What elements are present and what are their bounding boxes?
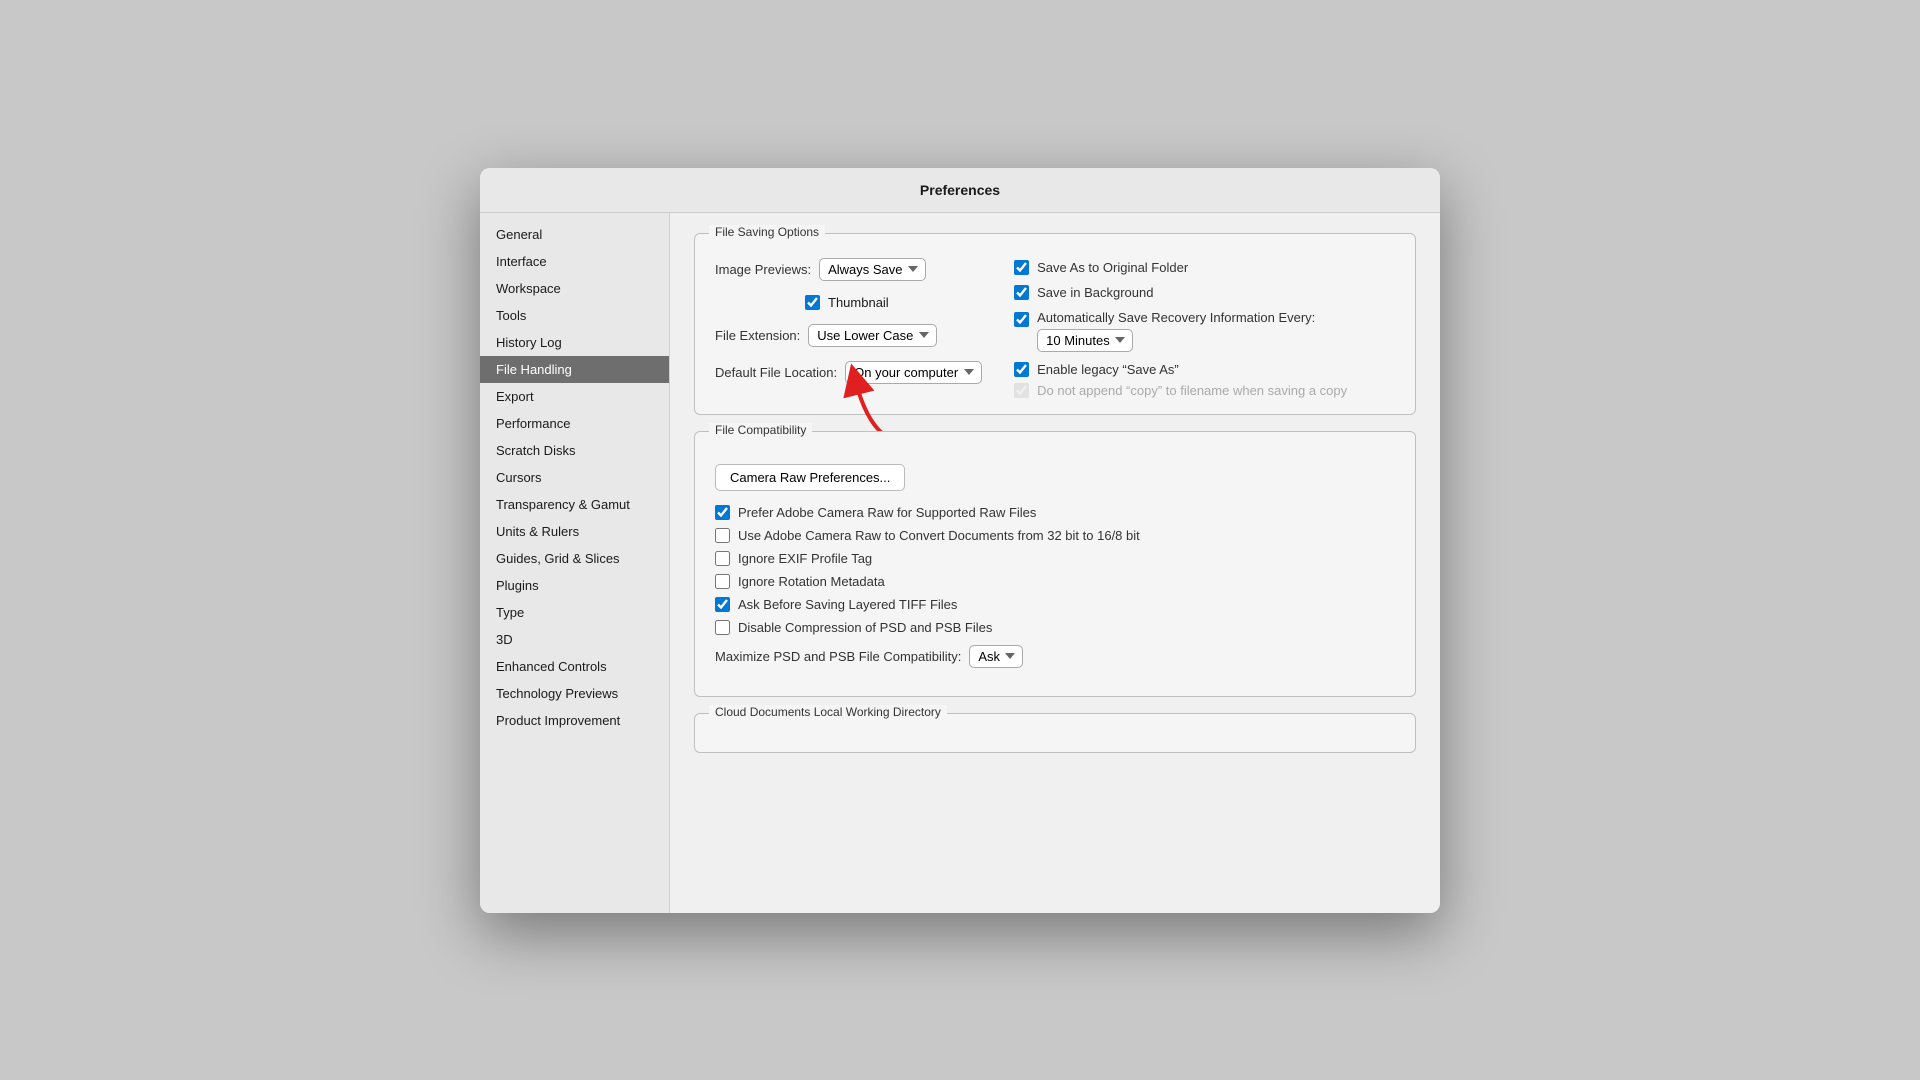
sidebar-item-history-log[interactable]: History Log <box>480 329 669 356</box>
preferences-window: Preferences GeneralInterfaceWorkspaceToo… <box>480 168 1440 913</box>
default-file-location-select[interactable]: On your computer <box>845 361 982 384</box>
sidebar-item-interface[interactable]: Interface <box>480 248 669 275</box>
sidebar-item-enhanced-controls[interactable]: Enhanced Controls <box>480 653 669 680</box>
sidebar-item-plugins[interactable]: Plugins <box>480 572 669 599</box>
thumbnail-label: Thumbnail <box>828 295 889 310</box>
compat-checkbox-5[interactable] <box>715 620 730 635</box>
save-as-original-checkbox[interactable] <box>1014 260 1029 275</box>
titlebar: Preferences <box>480 168 1440 213</box>
compat-checkbox-1[interactable] <box>715 528 730 543</box>
file-extension-select[interactable]: Use Lower Case <box>808 324 937 347</box>
enable-legacy-checkbox[interactable] <box>1014 362 1029 377</box>
compat-item: Disable Compression of PSD and PSB Files <box>715 620 1395 635</box>
cloud-documents-title: Cloud Documents Local Working Directory <box>709 705 947 719</box>
main-content: File Saving Options Image Previews: Alwa… <box>670 213 1440 913</box>
file-extension-label: File Extension: <box>715 328 800 343</box>
maximize-select[interactable]: Ask <box>969 645 1023 668</box>
sidebar-item-file-handling[interactable]: File Handling <box>480 356 669 383</box>
sidebar-item-guides-grid--slices[interactable]: Guides, Grid & Slices <box>480 545 669 572</box>
sidebar-item-scratch-disks[interactable]: Scratch Disks <box>480 437 669 464</box>
sidebar-item-export[interactable]: Export <box>480 383 669 410</box>
camera-raw-button[interactable]: Camera Raw Preferences... <box>715 464 905 491</box>
compat-item: Ignore EXIF Profile Tag <box>715 551 1395 566</box>
auto-save-select[interactable]: 10 Minutes <box>1037 329 1133 352</box>
compat-item: Ignore Rotation Metadata <box>715 574 1395 589</box>
sidebar-item-performance[interactable]: Performance <box>480 410 669 437</box>
compat-label-3: Ignore Rotation Metadata <box>738 574 885 589</box>
compat-item: Ask Before Saving Layered TIFF Files <box>715 597 1395 612</box>
sidebar-item-general[interactable]: General <box>480 221 669 248</box>
window-title: Preferences <box>920 182 1000 198</box>
sidebar-item-transparency--gamut[interactable]: Transparency & Gamut <box>480 491 669 518</box>
image-previews-select[interactable]: Always Save <box>819 258 926 281</box>
file-compatibility-title: File Compatibility <box>709 423 812 437</box>
file-saving-title: File Saving Options <box>709 225 825 239</box>
save-in-background-checkbox[interactable] <box>1014 285 1029 300</box>
sidebar: GeneralInterfaceWorkspaceToolsHistory Lo… <box>480 213 670 913</box>
file-saving-section: File Saving Options Image Previews: Alwa… <box>694 233 1416 415</box>
compat-checkbox-4[interactable] <box>715 597 730 612</box>
sidebar-item-technology-previews[interactable]: Technology Previews <box>480 680 669 707</box>
default-file-location-label: Default File Location: <box>715 365 837 380</box>
do-not-append-checkbox[interactable] <box>1014 383 1029 398</box>
compat-checkbox-0[interactable] <box>715 505 730 520</box>
compat-label-4: Ask Before Saving Layered TIFF Files <box>738 597 957 612</box>
maximize-label: Maximize PSD and PSB File Compatibility: <box>715 649 961 664</box>
compat-checkbox-2[interactable] <box>715 551 730 566</box>
cloud-documents-section: Cloud Documents Local Working Directory <box>694 713 1416 753</box>
compat-item: Prefer Adobe Camera Raw for Supported Ra… <box>715 505 1395 520</box>
save-in-background-label: Save in Background <box>1037 285 1153 300</box>
auto-save-label: Automatically Save Recovery Information … <box>1037 310 1315 325</box>
do-not-append-label: Do not append “copy” to filename when sa… <box>1037 383 1347 398</box>
compat-label-2: Ignore EXIF Profile Tag <box>738 551 872 566</box>
compat-items: Prefer Adobe Camera Raw for Supported Ra… <box>715 505 1395 635</box>
enable-legacy-label: Enable legacy “Save As” <box>1037 362 1179 377</box>
thumbnail-checkbox[interactable] <box>805 295 820 310</box>
sidebar-item-cursors[interactable]: Cursors <box>480 464 669 491</box>
sidebar-item-workspace[interactable]: Workspace <box>480 275 669 302</box>
sidebar-item-units--rulers[interactable]: Units & Rulers <box>480 518 669 545</box>
sidebar-item-product-improvement[interactable]: Product Improvement <box>480 707 669 734</box>
save-as-original-label: Save As to Original Folder <box>1037 260 1188 275</box>
compat-label-0: Prefer Adobe Camera Raw for Supported Ra… <box>738 505 1036 520</box>
image-previews-label: Image Previews: <box>715 262 811 277</box>
sidebar-item-tools[interactable]: Tools <box>480 302 669 329</box>
sidebar-item-3d[interactable]: 3D <box>480 626 669 653</box>
compat-checkbox-3[interactable] <box>715 574 730 589</box>
file-compatibility-section: File Compatibility Camera Raw Preference… <box>694 431 1416 697</box>
compat-item: Use Adobe Camera Raw to Convert Document… <box>715 528 1395 543</box>
compat-label-5: Disable Compression of PSD and PSB Files <box>738 620 992 635</box>
auto-save-checkbox[interactable] <box>1014 312 1029 327</box>
compat-label-1: Use Adobe Camera Raw to Convert Document… <box>738 528 1140 543</box>
sidebar-item-type[interactable]: Type <box>480 599 669 626</box>
